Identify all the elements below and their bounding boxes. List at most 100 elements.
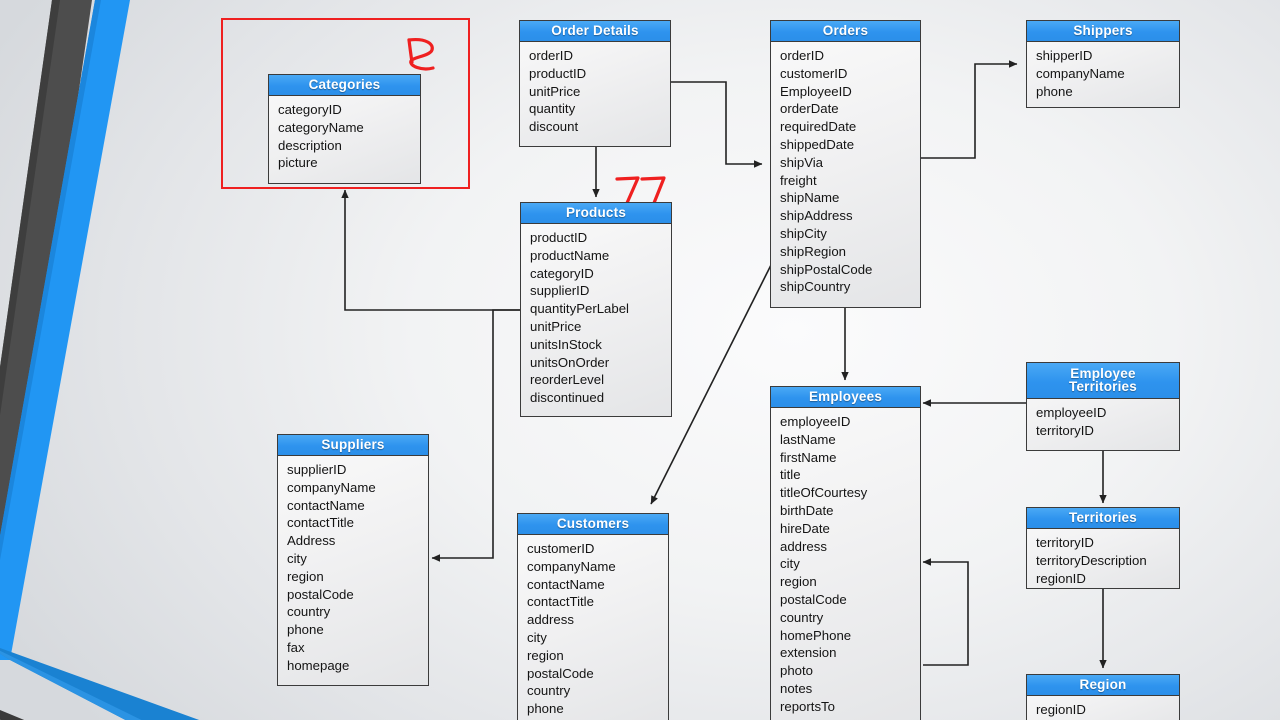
field: categoryID — [530, 265, 594, 281]
field: shipCity — [780, 225, 827, 241]
field: title — [780, 467, 801, 483]
entity-suppliers[interactable]: Suppliers supplierID companyName contact… — [277, 434, 429, 686]
field: shipperID — [1036, 48, 1093, 63]
entity-fields-employees: employeeID lastName firstName title titl… — [771, 408, 920, 720]
field: territoryID — [1036, 422, 1094, 438]
connector-products-to-categories — [341, 189, 521, 311]
field: reorderLevel — [530, 372, 605, 388]
field: EmployeeID — [780, 83, 852, 99]
field: shipName — [780, 190, 840, 206]
field: employeeID — [1036, 405, 1107, 420]
field: shipRegion — [780, 243, 846, 259]
entity-fields-customers: customerID companyName contactName conta… — [518, 535, 668, 720]
entity-title-shippers: Shippers — [1027, 21, 1179, 42]
field: territoryDescription — [1036, 552, 1147, 568]
field: shipCountry — [780, 279, 851, 295]
field: birthDate — [780, 502, 834, 518]
field: discontinued — [530, 390, 605, 406]
entity-title-order-details: Order Details — [520, 21, 670, 42]
entity-employee-territories[interactable]: Employee Territories employeeID territor… — [1026, 362, 1180, 451]
field: hireDate — [780, 520, 830, 536]
field: companyName — [1036, 65, 1125, 81]
field: photo — [780, 663, 814, 679]
field: Address — [287, 533, 336, 549]
entity-fields-products: productID productName categoryID supplie… — [521, 224, 671, 413]
field: region — [527, 647, 564, 663]
field: region — [287, 568, 324, 584]
entity-employees[interactable]: Employees employeeID lastName firstName … — [770, 386, 921, 720]
connector-employees-self-reference — [922, 558, 969, 666]
field: contactTitle — [287, 515, 354, 531]
field: contactName — [287, 497, 365, 513]
entity-title-products: Products — [521, 203, 671, 224]
entity-categories[interactable]: Categories categoryID categoryName descr… — [268, 74, 421, 184]
field: quantityPerLabel — [530, 301, 629, 317]
entity-fields-orders: orderID customerID EmployeeID orderDate … — [771, 42, 920, 302]
field: unitPrice — [530, 318, 582, 334]
field: notes — [780, 680, 813, 696]
field: regionID — [1036, 570, 1086, 586]
entity-shippers[interactable]: Shippers shipperID companyName phone — [1026, 20, 1180, 108]
field: orderDate — [780, 101, 839, 117]
field: contactName — [527, 576, 605, 592]
field: address — [780, 538, 827, 554]
field: supplierID — [530, 283, 590, 299]
field: lastName — [780, 431, 836, 447]
entity-title-categories: Categories — [269, 75, 420, 96]
field: productID — [530, 230, 588, 245]
entity-fields-territories: territoryID territoryDescription regionI… — [1027, 529, 1179, 593]
field: country — [527, 683, 571, 699]
entity-title-customers: Customers — [518, 514, 668, 535]
field: requiredDate — [780, 119, 857, 135]
entity-customers[interactable]: Customers customerID companyName contact… — [517, 513, 669, 720]
field: discount — [529, 119, 579, 135]
entity-region[interactable]: Region regionID — [1026, 674, 1180, 720]
entity-title-territories: Territories — [1027, 508, 1179, 529]
field: productID — [529, 65, 587, 81]
field: companyName — [287, 479, 376, 495]
field: companyName — [527, 558, 616, 574]
entity-title-region: Region — [1027, 675, 1179, 696]
field: address — [527, 612, 574, 628]
field: customerID — [780, 65, 848, 81]
field: orderID — [780, 48, 824, 63]
field: reportsTo — [780, 698, 835, 714]
field: postalCode — [780, 591, 847, 607]
field: productName — [530, 247, 610, 263]
field: shippedDate — [780, 136, 855, 152]
connector-order-details-to-orders — [670, 81, 763, 168]
entity-order-details[interactable]: Order Details orderID productID unitPric… — [519, 20, 671, 147]
field: fax — [287, 639, 305, 655]
entity-products[interactable]: Products productID productName categoryI… — [520, 202, 672, 417]
field: city — [780, 556, 800, 572]
entity-territories[interactable]: Territories territoryID territoryDescrip… — [1026, 507, 1180, 589]
field: phone — [527, 701, 564, 717]
field: regionID — [1036, 702, 1086, 717]
field: territoryID — [1036, 535, 1094, 550]
field: description — [278, 137, 342, 153]
entity-title-line2: Territories — [1069, 379, 1137, 394]
field: postalCode — [287, 586, 354, 602]
field: categoryName — [278, 119, 364, 135]
entity-fields-categories: categoryID categoryName description pict… — [269, 96, 420, 178]
field: firstName — [780, 449, 837, 465]
field: shipVia — [780, 154, 824, 170]
field: employeeID — [780, 414, 851, 429]
field: picture — [278, 155, 318, 171]
connector-orders-to-shippers — [920, 60, 1018, 159]
entity-title-employees: Employees — [771, 387, 920, 408]
field: homepage — [287, 657, 350, 673]
field: extension — [780, 645, 837, 661]
field: phone — [1036, 83, 1073, 99]
field: postalCode — [527, 665, 594, 681]
entity-fields-shippers: shipperID companyName phone — [1027, 42, 1179, 106]
field: city — [287, 550, 307, 566]
field: unitPrice — [529, 83, 581, 99]
field: shipPostalCode — [780, 261, 873, 277]
connector-products-to-suppliers — [431, 309, 521, 562]
entity-orders[interactable]: Orders orderID customerID EmployeeID ord… — [770, 20, 921, 308]
field: country — [780, 609, 824, 625]
field: region — [780, 574, 817, 590]
entity-title-orders: Orders — [771, 21, 920, 42]
entity-fields-employee-territories: employeeID territoryID — [1027, 399, 1179, 446]
